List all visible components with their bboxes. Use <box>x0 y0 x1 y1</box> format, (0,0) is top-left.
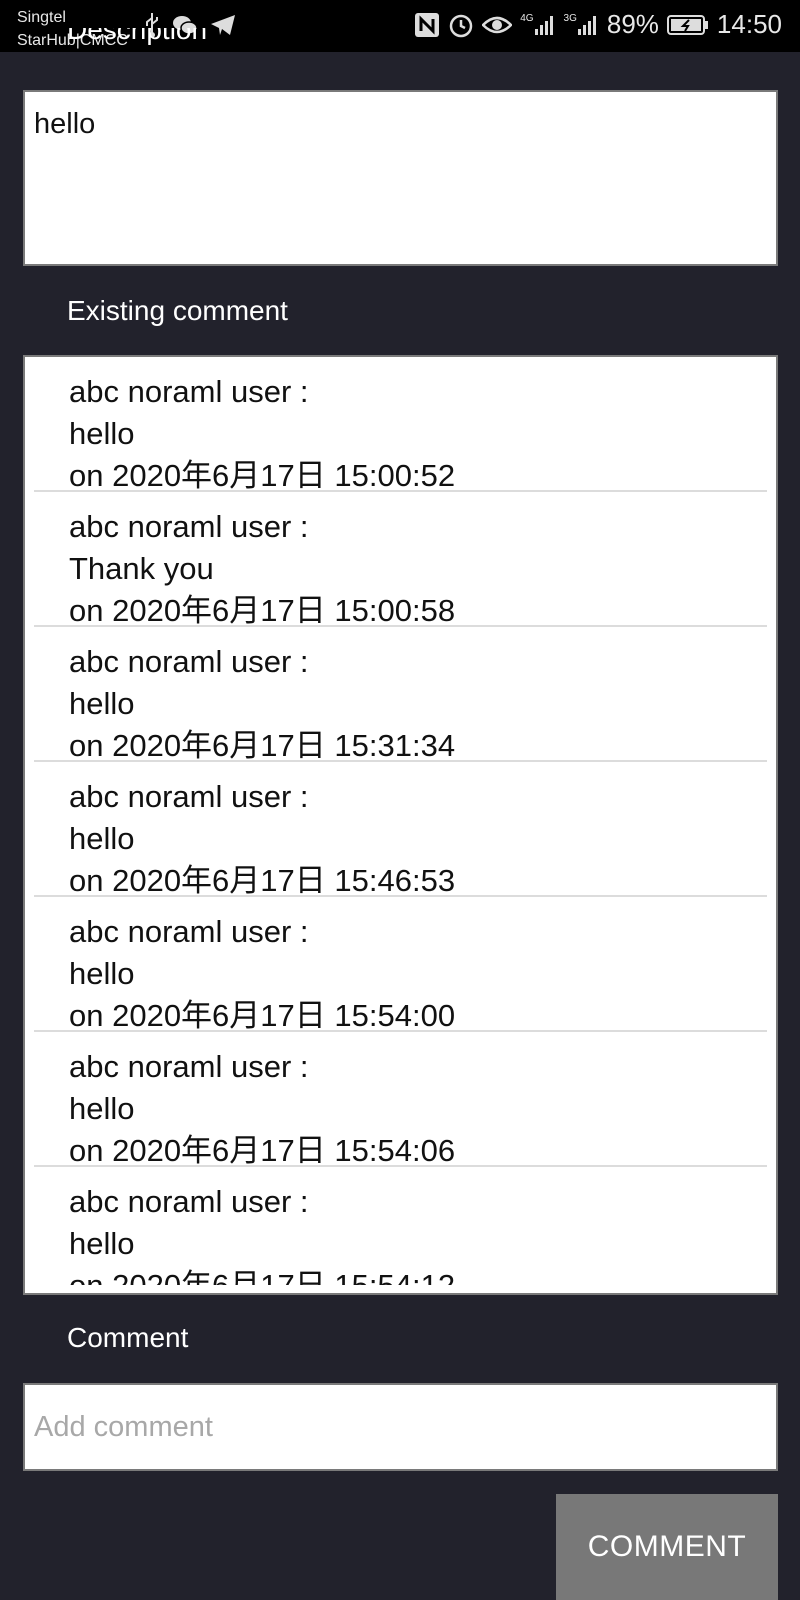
list-item: abc noraml user : hello on 2020年6月17日 15:4… <box>34 762 767 898</box>
comment-author: abc noraml user : <box>69 509 309 544</box>
existing-comment-label: Existing comment <box>67 295 288 326</box>
comment-label: Comment <box>67 1322 189 1353</box>
list-item: abc noraml user : hello on 2020年6月17日 15:5… <box>34 1167 767 1285</box>
list-item: abc noraml user : hello on 2020年6月17日 15:0… <box>34 357 767 493</box>
signal-3g-icon: 3G <box>563 12 599 36</box>
description-label: Description <box>67 28 207 66</box>
existing-comment-list[interactable]: abc noraml user : hello on 2020年6月17日 15:0… <box>23 355 778 1295</box>
comment-timestamp: on 2020年6月17日 15:54:00 <box>69 998 456 1033</box>
telegram-icon <box>210 14 236 36</box>
eye-icon <box>482 14 513 36</box>
comment-button[interactable]: COMMENT <box>556 1494 778 1600</box>
list-item: abc noraml user : hello on 2020年6月17日 15:5… <box>34 1032 767 1168</box>
comment-text: Thank you <box>69 551 214 586</box>
network-type-secondary: 3G <box>563 12 577 24</box>
clock: 14:50 <box>716 9 782 39</box>
comment-input[interactable] <box>23 1383 778 1471</box>
comment-text: hello <box>69 956 135 991</box>
comment-text: hello <box>69 686 135 721</box>
comment-timestamp: on 2020年6月17日 15:31:34 <box>69 728 456 763</box>
comment-timestamp: on 2020年6月17日 15:00:52 <box>69 458 456 493</box>
battery-icon <box>666 14 709 36</box>
comment-timestamp: on 2020年6月17日 15:54:06 <box>69 1133 456 1168</box>
carrier-name-primary: Singtel <box>17 9 66 26</box>
comment-timestamp: on 2020年6月17日 15:54:12 <box>69 1265 767 1285</box>
comment-timestamp: on 2020年6月17日 15:46:53 <box>69 863 456 898</box>
description-label-text: Description <box>67 28 208 45</box>
list-item: abc noraml user : Thank you on 2020年6月17日 … <box>34 492 767 628</box>
battery-percent: 89% <box>606 9 659 39</box>
comment-author: abc noraml user : <box>69 914 309 949</box>
network-type-primary: 4G <box>520 12 534 24</box>
comment-text: hello <box>69 821 135 856</box>
comment-author: abc noraml user : <box>69 1049 309 1084</box>
alarm-icon <box>448 12 474 38</box>
comment-text: hello <box>69 1091 135 1126</box>
comment-author: abc noraml user : <box>69 1184 309 1219</box>
comment-text: hello <box>69 1226 135 1261</box>
comment-author: abc noraml user : <box>69 644 309 679</box>
comment-text: hello <box>69 416 135 451</box>
comment-list-scroll[interactable]: abc noraml user : hello on 2020年6月17日 15:0… <box>25 357 776 1285</box>
list-item: abc noraml user : hello on 2020年6月17日 15:5… <box>34 897 767 1033</box>
comment-timestamp: on 2020年6月17日 15:00:58 <box>69 593 456 628</box>
list-item: abc noraml user : hello on 2020年6月17日 15:3… <box>34 627 767 763</box>
nfc-icon <box>414 12 440 38</box>
comment-author: abc noraml user : <box>69 779 309 814</box>
signal-4g-icon: 4G <box>520 12 555 36</box>
comment-author: abc noraml user : <box>69 374 309 409</box>
description-field[interactable]: hello <box>23 90 778 266</box>
description-value: hello <box>34 108 96 140</box>
